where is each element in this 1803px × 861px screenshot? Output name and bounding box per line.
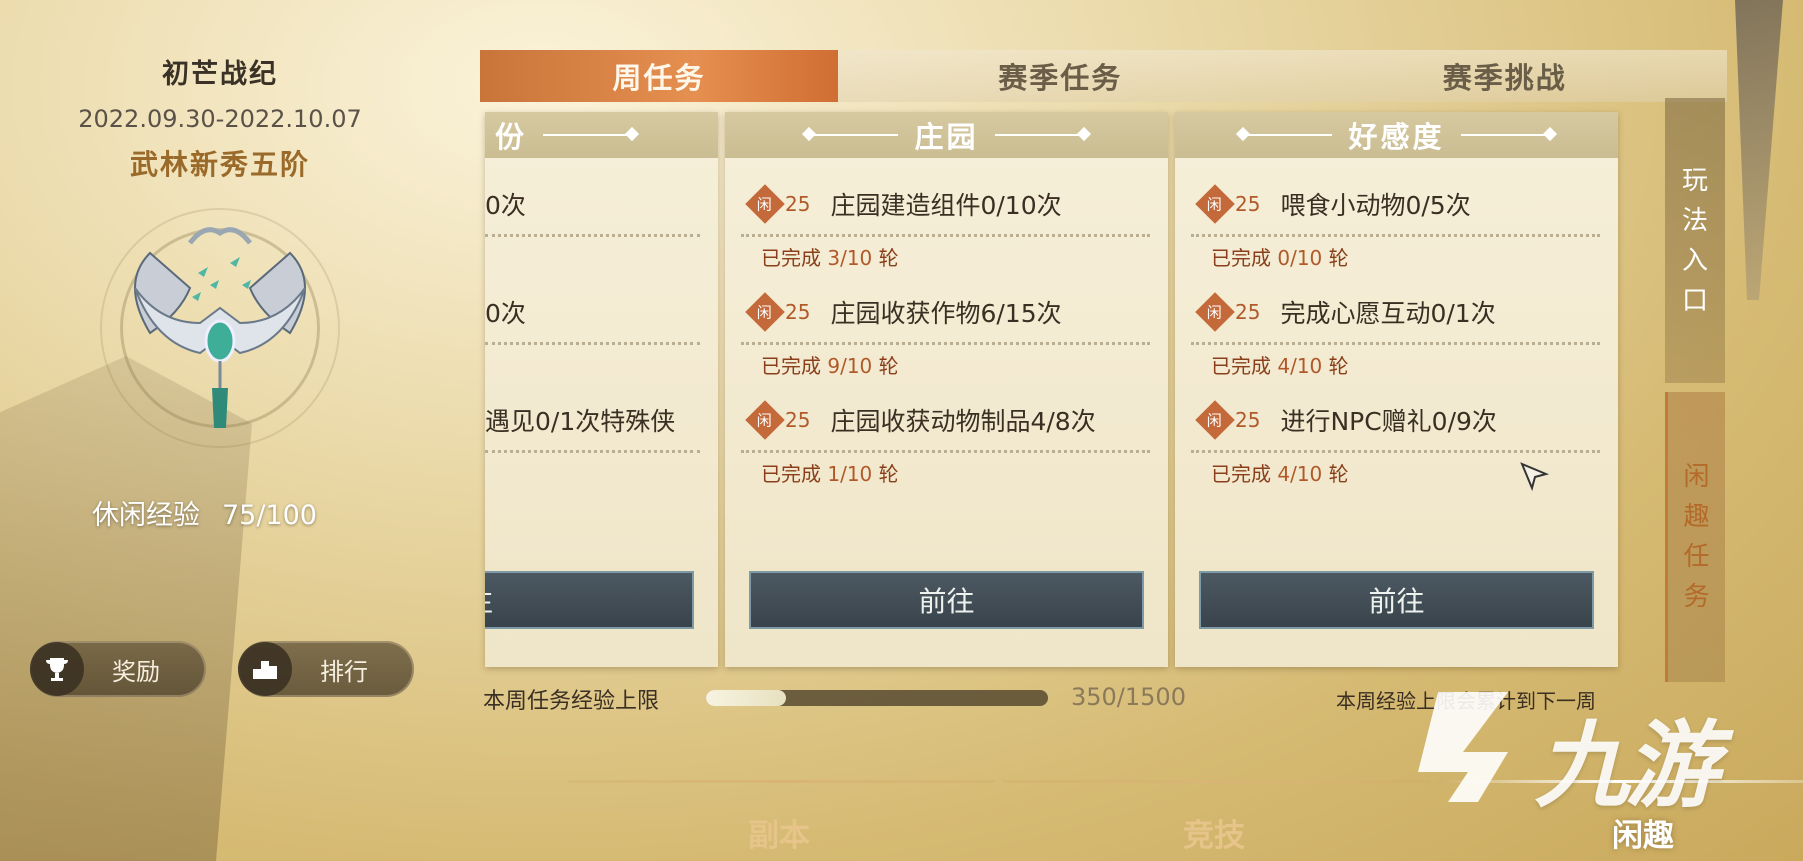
nav-dungeon[interactable]: 副本 <box>748 810 810 855</box>
season-date-range: 2022.09.30-2022.10.07 <box>78 105 362 133</box>
leisure-points-badge: 闲 25 <box>1195 184 1260 224</box>
diamond-icon: 闲 <box>745 400 785 440</box>
side-tab-char: 趣 <box>1683 502 1710 532</box>
card-header: 好感度 <box>1175 112 1618 158</box>
ranking-label: 排行 <box>320 657 368 686</box>
task-item: 闲 25 完成心愿互动0/1次 已完成 4/10 轮 <box>1175 266 1618 378</box>
leisure-points-badge: 闲 25 <box>1195 292 1260 332</box>
side-tab-char: 闲 <box>1683 462 1710 492</box>
leisure-points-badge: 闲 25 <box>745 400 810 440</box>
side-tab-char: 法 <box>1681 205 1708 236</box>
side-tab-leisure-tasks[interactable]: 闲 趣 任 务 <box>1665 392 1725 682</box>
go-button[interactable]: 前往 <box>1199 571 1594 629</box>
watermark-text: 九游 <box>1535 712 1719 821</box>
go-button[interactable]: 前往 <box>485 571 694 629</box>
weekly-cap-progress-bar <box>706 690 1048 706</box>
reward-label: 奖励 <box>112 657 160 686</box>
tab-season-tasks[interactable]: 赛季任务 <box>838 50 1283 102</box>
task-card-affinity: 好感度 闲 25 喂食小动物0/5次 已完成 0/10 轮 闲 25 完成心愿互动0… <box>1175 112 1618 667</box>
task-card-manor: 庄园 闲 25 庄园建造组件0/10次 已完成 3/10 轮 闲 25 庄园收获作物… <box>725 112 1168 667</box>
emblem-badge-icon <box>134 227 306 428</box>
ranking-button[interactable]: 排行 <box>238 641 414 697</box>
card-header: 庄园 <box>725 112 1168 158</box>
task-item: 0次 <box>485 158 718 266</box>
podium-icon <box>238 642 292 696</box>
nav-divider <box>568 780 995 783</box>
leisure-points-badge: 闲 25 <box>1195 400 1260 440</box>
task-item: 闲 25 庄园建造组件0/10次 已完成 3/10 轮 <box>725 158 1168 270</box>
task-item: 闲 25 庄园收获动物制品4/8次 已完成 1/10 轮 <box>725 374 1168 486</box>
side-tab-char: 玩 <box>1681 165 1708 196</box>
task-title: 庄园收获作物6/15次 <box>830 299 1062 328</box>
reward-button[interactable]: 奖励 <box>30 641 206 697</box>
task-title: 进行NPC赠礼0/9次 <box>1280 407 1497 436</box>
nav-arena[interactable]: 竞技 <box>1183 810 1245 855</box>
season-name: 初芒战纪 <box>162 59 278 90</box>
diamond-icon: 闲 <box>1195 292 1235 332</box>
diamond-icon: 闲 <box>745 184 785 224</box>
weekly-cap-progress-fill <box>706 690 786 706</box>
rank-emblem <box>80 193 360 453</box>
rank-title: 武林新秀五阶 <box>129 148 310 181</box>
task-title: 庄园收获动物制品4/8次 <box>830 407 1096 436</box>
side-tab-char: 入 <box>1681 245 1708 276</box>
task-title: 喂食小动物0/5次 <box>1280 191 1471 220</box>
side-tab-gameplay-entry[interactable]: 玩 法 入 口 <box>1665 98 1725 383</box>
tab-season-challenge[interactable]: 赛季挑战 <box>1283 50 1728 102</box>
task-progress: 已完成 1/10 轮 <box>761 462 899 486</box>
header-ornament <box>994 134 1085 136</box>
season-panel: 初芒战纪 2022.09.30-2022.10.07 武林新秀五阶 <box>40 52 400 453</box>
card-title: 庄园 <box>914 120 979 154</box>
leisure-points-badge: 闲 25 <box>745 184 810 224</box>
header-ornament <box>808 134 899 136</box>
side-tab-char: 口 <box>1681 285 1708 316</box>
tab-weekly-tasks[interactable]: 周任务 <box>480 50 838 102</box>
exp-label: 休闲经验 <box>92 500 200 531</box>
leisure-exp: 休闲经验 75/100 <box>92 493 317 532</box>
task-title: 0次 <box>485 299 526 328</box>
trophy-icon <box>30 642 84 696</box>
task-item: 闲 25 庄园收获作物6/15次 已完成 9/10 轮 <box>725 266 1168 378</box>
card-title: 好感度 <box>1348 120 1445 154</box>
task-item: 闲 25 喂食小动物0/5次 已完成 0/10 轮 <box>1175 158 1618 270</box>
header-ornament <box>1460 134 1551 136</box>
side-tab-char: 任 <box>1683 542 1710 572</box>
card-title: 份 <box>495 120 528 154</box>
go-button[interactable]: 前往 <box>749 571 1144 629</box>
diamond-icon: 闲 <box>1195 400 1235 440</box>
task-tabs: 周任务 赛季任务 赛季挑战 <box>480 50 1727 102</box>
weekly-cap-value: 350/1500 <box>1071 683 1186 711</box>
diamond-icon: 闲 <box>745 292 785 332</box>
nav-divider <box>1003 780 1430 783</box>
exp-value: 75/100 <box>222 500 317 531</box>
task-title: 庄园建造组件0/10次 <box>830 191 1062 220</box>
side-tab-char: 务 <box>1683 582 1710 612</box>
leisure-points-badge: 闲 25 <box>745 292 810 332</box>
task-item: 0次 <box>485 266 718 374</box>
cursor-arrow-icon <box>1520 462 1550 492</box>
diamond-icon: 闲 <box>1195 184 1235 224</box>
task-card-partial: 份 0次 0次 遇见0/1次特殊侠 前往 <box>485 112 718 667</box>
card-header: 份 <box>485 112 718 158</box>
task-title: 0次 <box>485 191 526 220</box>
task-item: 遇见0/1次特殊侠 <box>485 374 718 482</box>
task-item: 闲 25 进行NPC赠礼0/9次 已完成 4/10 轮 <box>1175 374 1618 486</box>
task-title: 完成心愿互动0/1次 <box>1280 299 1496 328</box>
header-ornament <box>1242 134 1333 136</box>
task-title: 遇见0/1次特殊侠 <box>485 407 676 436</box>
header-ornament <box>543 134 634 136</box>
task-progress: 已完成 4/10 轮 <box>1211 462 1349 486</box>
weekly-cap-label: 本周任务经验上限 <box>483 689 660 714</box>
